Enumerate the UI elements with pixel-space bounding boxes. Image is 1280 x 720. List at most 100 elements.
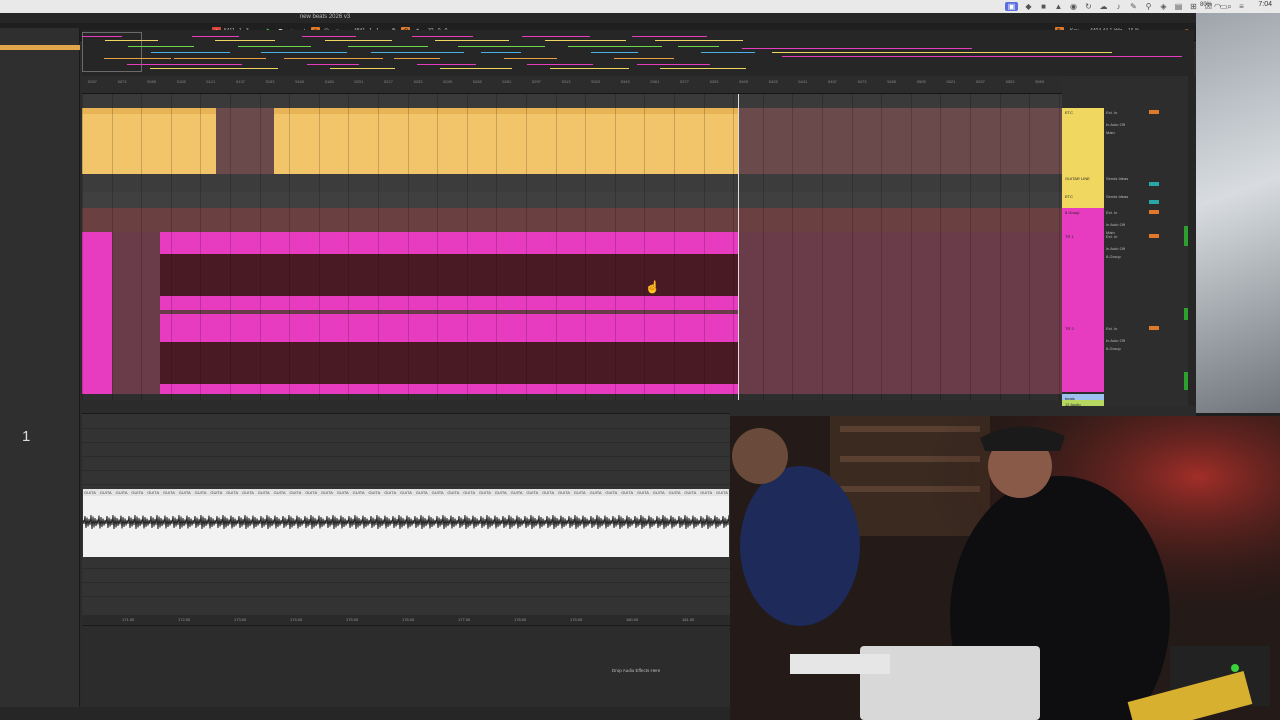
track-name[interactable]: 8 Group — [1065, 210, 1079, 215]
track-name[interactable]: GUITAR LINE — [1065, 176, 1090, 181]
slice-label: GUITA — [352, 490, 365, 495]
overview-clip-line — [412, 36, 473, 37]
input-type-label[interactable]: Ext. In — [1106, 110, 1117, 115]
pin-icon[interactable]: ⚲ — [1144, 2, 1153, 11]
overview-clip-line — [128, 46, 194, 47]
track-header[interactable]: 8 Group — [1062, 208, 1104, 232]
arrangement-overview[interactable] — [82, 30, 1194, 76]
clip-tr-1[interactable] — [160, 232, 738, 310]
track-name[interactable]: TR 1 — [1065, 234, 1074, 239]
track-header[interactable]: ETC — [1062, 108, 1104, 174]
search-icon[interactable]: ⌕ — [1225, 2, 1234, 11]
screen-record-icon[interactable]: ▣ — [1005, 2, 1018, 11]
ruler-tick-label: 5537 — [976, 79, 985, 84]
battery-percent[interactable]: 80% — [1200, 2, 1212, 8]
track-name[interactable]: ETC — [1065, 110, 1073, 115]
slice-label: GUITA — [621, 490, 634, 495]
grid-line — [970, 94, 971, 400]
drop-icon[interactable]: ◉ — [1069, 2, 1078, 11]
slice-label: GUITA — [115, 490, 128, 495]
clip-tr-2[interactable] — [160, 314, 738, 394]
track-volume-field[interactable] — [1149, 110, 1159, 114]
track-header[interactable]: TR 2 — [1062, 324, 1104, 392]
arrangement-view[interactable]: ☝ — [82, 94, 1062, 400]
overview-view-window[interactable] — [82, 32, 142, 72]
bell-icon[interactable]: ♪ — [1114, 2, 1123, 11]
output-label[interactable]: 8-Group — [1106, 254, 1121, 259]
grid-line — [703, 94, 705, 400]
monitor-label[interactable]: In Auto Off — [1106, 246, 1125, 251]
detail-ruler-label: 179.00 — [570, 617, 583, 622]
overview-clip-line — [568, 46, 662, 47]
track-header[interactable]: GUITAR LINE — [1062, 174, 1104, 192]
browser-selected-item[interactable] — [0, 45, 80, 50]
track-name[interactable]: TR 2 — [1065, 326, 1074, 331]
clip-etc[interactable] — [82, 108, 216, 174]
ruler-tick-label: 5281 — [502, 79, 512, 84]
input-type-label[interactable]: Ext. In — [1106, 210, 1117, 215]
clip-detail-view[interactable]: GUITA GUITA GUITA GUITA GUITA GUITA GUITA GUITA… — [82, 413, 730, 624]
ruler-tick-label: 5489 — [887, 79, 897, 84]
stop-icon[interactable]: ■ — [1039, 2, 1048, 11]
input-type-label[interactable]: Ext. In — [1106, 326, 1117, 331]
track-header[interactable]: ETC — [1062, 192, 1104, 208]
track-lane-etc-2[interactable] — [82, 192, 1062, 208]
detail-ruler-label: 177.00 — [458, 617, 471, 622]
control-center-icon[interactable]: ≡ — [1237, 2, 1246, 11]
warning-icon[interactable]: ▲ — [1054, 2, 1063, 11]
slice-label: GUITA — [447, 490, 460, 495]
lock-icon[interactable]: ▤ — [1174, 2, 1183, 11]
track-volume-field[interactable] — [1149, 234, 1159, 238]
track-lane-guitar-line[interactable] — [82, 174, 1062, 192]
detail-ruler[interactable]: 171.00 172.00 173.00 174.00 175.00 176.00 177.… — [82, 615, 730, 624]
track-name[interactable]: ETC — [1065, 194, 1073, 199]
vertical-scrollbar[interactable] — [1188, 76, 1196, 406]
track-name[interactable]: 12 Audio — [1065, 402, 1081, 407]
overview-clip-line — [371, 52, 464, 53]
clip-header[interactable] — [82, 108, 216, 114]
input-type-label[interactable]: Sends Ideas — [1106, 176, 1128, 181]
track-volume-field[interactable] — [1149, 200, 1159, 204]
output-label[interactable]: 8-Group — [1106, 346, 1121, 351]
overview-clip-line — [678, 46, 719, 47]
wifi-icon[interactable]: ◠ — [1213, 2, 1222, 11]
detail-lane-line — [82, 470, 730, 471]
detail-ruler-label: 175.00 — [346, 617, 359, 622]
track-header[interactable]: TR 1 — [1062, 232, 1104, 324]
clip-etc[interactable] — [274, 108, 738, 174]
output-label[interactable]: Main — [1106, 130, 1115, 135]
beat-time-ruler[interactable]: 5057 5073 5089 5105 5121 5137 5153 5169 5185 5201… — [82, 76, 1062, 94]
clip-header[interactable] — [274, 108, 738, 114]
overview-clip-line — [330, 68, 395, 69]
tag-icon[interactable]: ✎ — [1129, 2, 1138, 11]
cloud-icon[interactable]: ☁ — [1099, 2, 1108, 11]
track-volume-field[interactable] — [1149, 182, 1159, 186]
ruler-tick-label: 5057 — [88, 79, 97, 84]
track-lane-group[interactable] — [82, 208, 1062, 232]
sample-waveform — [83, 515, 729, 529]
sync-icon[interactable]: ↻ — [1084, 2, 1093, 11]
sample-editor[interactable]: GUITA GUITA GUITA GUITA GUITA GUITA GUITA GUITA… — [83, 489, 729, 557]
track-volume-field[interactable] — [1149, 210, 1159, 214]
device-view[interactable]: Drop Audio Effects Here — [82, 625, 730, 707]
grid-line — [733, 94, 735, 400]
monitor-label[interactable]: In Auto Off — [1106, 122, 1125, 127]
diamond-icon[interactable]: ◆ — [1024, 2, 1033, 11]
slice-label: GUITA — [494, 490, 507, 495]
ruler-tick-label: 5185 — [324, 79, 334, 84]
track-headers: ETC Ext. In In Auto Off Main GUITAR LINE Send… — [1062, 76, 1196, 407]
input-type-label[interactable]: Sends Ideas — [1106, 194, 1128, 199]
clip-tr-1-start[interactable] — [82, 232, 112, 394]
overview-clip-line — [591, 52, 638, 53]
monitor-label[interactable]: In Auto Off — [1106, 222, 1125, 227]
shield-icon[interactable]: ◈ — [1159, 2, 1168, 11]
ruler-tick-label: 5361 — [650, 79, 660, 84]
input-type-label[interactable]: Ext. In — [1106, 234, 1117, 239]
slice-label: GUITA — [242, 490, 254, 495]
ruler-tick-label: 5521 — [946, 79, 956, 84]
grid-icon[interactable]: ⊞ — [1189, 2, 1198, 11]
overview-clip-line — [660, 68, 746, 69]
track-volume-field[interactable] — [1149, 326, 1159, 330]
monitor-label[interactable]: In Auto Off — [1106, 338, 1125, 343]
track-header[interactable]: 12 Audio — [1062, 400, 1104, 407]
